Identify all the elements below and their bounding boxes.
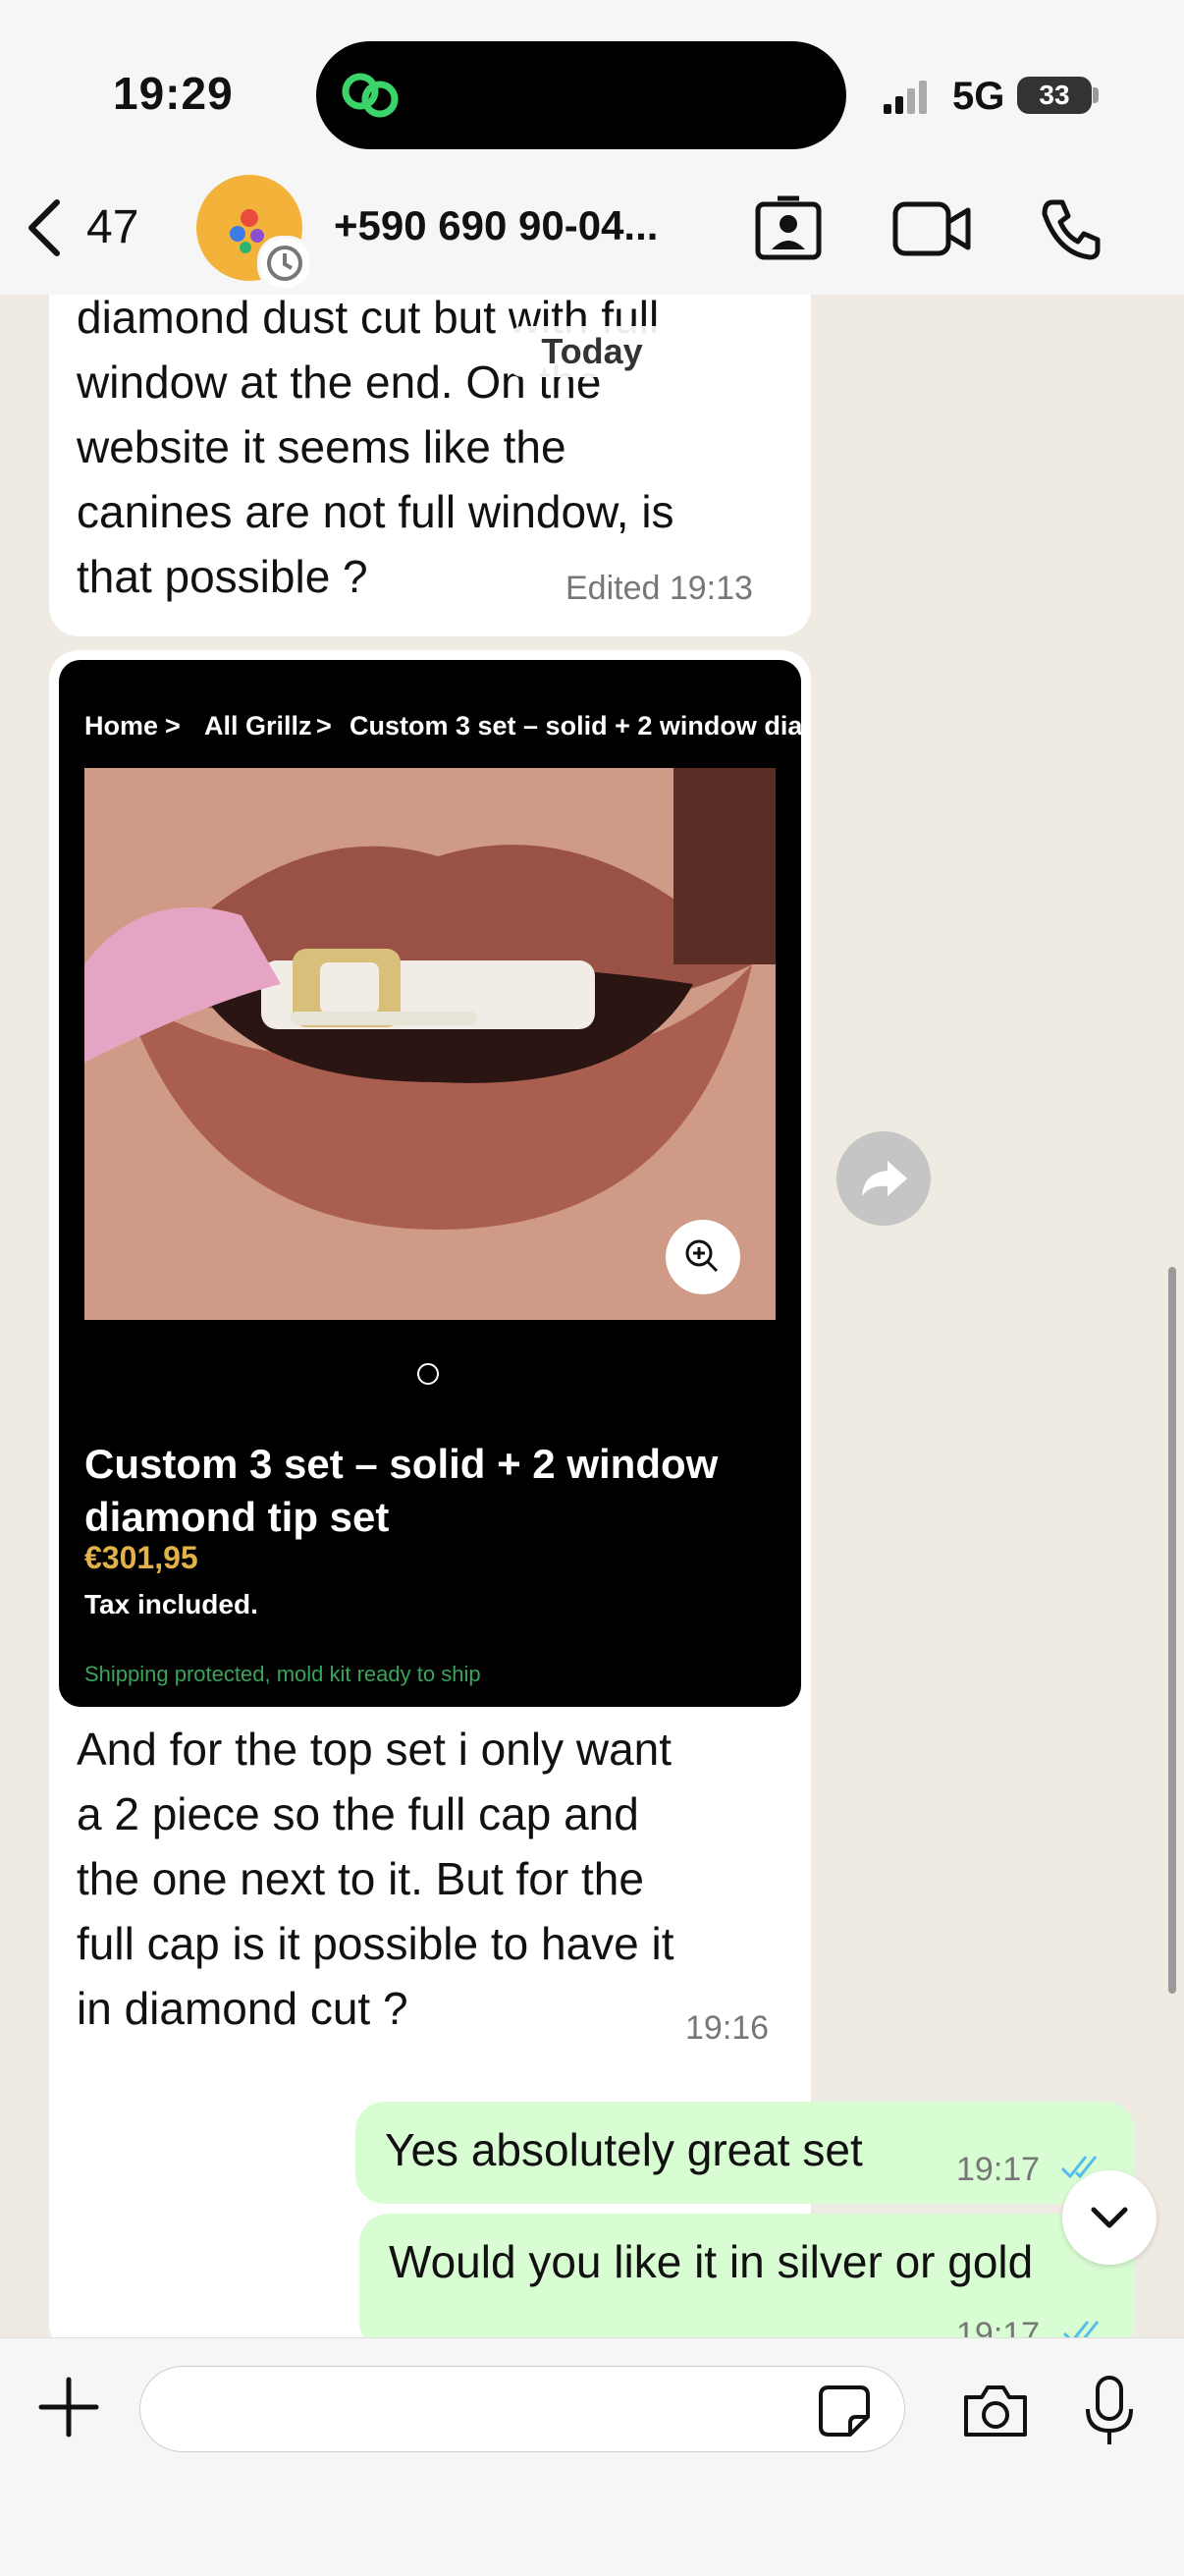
- message-time: Edited 19:13: [565, 570, 753, 607]
- unread-count[interactable]: 47: [86, 200, 138, 254]
- date-separator: Today: [509, 326, 675, 377]
- scrollbar[interactable]: [1168, 1267, 1176, 1994]
- chat-area[interactable]: diamond dust cut but with full window at…: [0, 295, 1184, 2337]
- message-line: the one next to it. But for the: [77, 1853, 644, 1904]
- breadcrumb-separator: >: [316, 711, 332, 740]
- sticker-icon[interactable]: [815, 2382, 874, 2440]
- message-time: 19:16: [685, 2009, 770, 2047]
- message-line: full cap is it possible to have it: [77, 1918, 674, 1969]
- contact-name[interactable]: +590 690 90-04...: [334, 202, 658, 249]
- message-line: that possible ?: [77, 551, 368, 602]
- read-ticks-icon: [1062, 2321, 1100, 2337]
- dynamic-island: [316, 41, 846, 149]
- outgoing-message[interactable]: Yes absolutely great set 19:17: [355, 2102, 1135, 2204]
- message-text: Yes absolutely great set: [385, 2124, 863, 2175]
- phone-call-icon[interactable]: [1039, 196, 1103, 261]
- forward-icon[interactable]: [836, 1131, 931, 1226]
- message-line: canines are not full window, is: [77, 486, 674, 537]
- status-time: 19:29: [113, 68, 234, 119]
- message-time: 19:17: [956, 2316, 1041, 2337]
- status-clock-icon: [257, 236, 312, 291]
- zoom-icon[interactable]: [666, 1220, 740, 1294]
- breadcrumb-all-grillz: All Grillz: [204, 711, 312, 740]
- incoming-message[interactable]: diamond dust cut but with full window at…: [49, 295, 811, 636]
- breadcrumb-separator: >: [165, 711, 181, 740]
- message-line: And for the top set i only want: [77, 1724, 673, 1775]
- message-time: 19:17: [956, 2151, 1041, 2188]
- chat-header: 47 +590 690 90-04...: [0, 157, 1184, 296]
- back-chevron-icon[interactable]: [22, 196, 65, 259]
- scroll-to-bottom-button[interactable]: [1062, 2170, 1157, 2265]
- message-input[interactable]: [139, 2366, 905, 2452]
- breadcrumb-current: Custom 3 set – solid + 2 window diamond …: [350, 711, 801, 740]
- product-title: Custom 3 set – solid + 2 window diamond …: [84, 1441, 719, 1540]
- shipping-note: Shipping protected, mold kit ready to sh…: [84, 1662, 481, 1686]
- camera-icon[interactable]: [960, 2382, 1031, 2440]
- chevron-down-icon: [1091, 2207, 1128, 2228]
- tax-note: Tax included.: [84, 1589, 258, 1619]
- plus-icon[interactable]: [37, 2376, 100, 2439]
- link-chain-icon: [342, 73, 399, 118]
- microphone-icon[interactable]: [1082, 2374, 1137, 2448]
- contact-card-icon[interactable]: [754, 194, 823, 261]
- carousel-dot[interactable]: [417, 1363, 439, 1385]
- product-price: €301,95: [84, 1540, 198, 1575]
- battery-tip: [1093, 87, 1099, 103]
- message-composer: [0, 2337, 1184, 2576]
- outgoing-message[interactable]: Would you like it in silver or gold 19:1…: [359, 2214, 1135, 2337]
- video-call-icon[interactable]: [891, 200, 972, 257]
- message-text: Would you like it in silver or gold: [389, 2236, 1034, 2287]
- message-line: in diamond cut ?: [77, 1983, 408, 2034]
- breadcrumb-home: Home: [84, 711, 159, 740]
- signal-icon: [884, 81, 927, 114]
- network-label: 5G: [952, 75, 1005, 118]
- message-line: a 2 piece so the full cap and: [77, 1788, 639, 1839]
- battery-icon: 33: [1017, 77, 1092, 114]
- link-preview-card[interactable]: Home > All Grillz > Custom 3 set – solid…: [59, 660, 801, 1707]
- message-line: website it seems like the: [77, 421, 566, 472]
